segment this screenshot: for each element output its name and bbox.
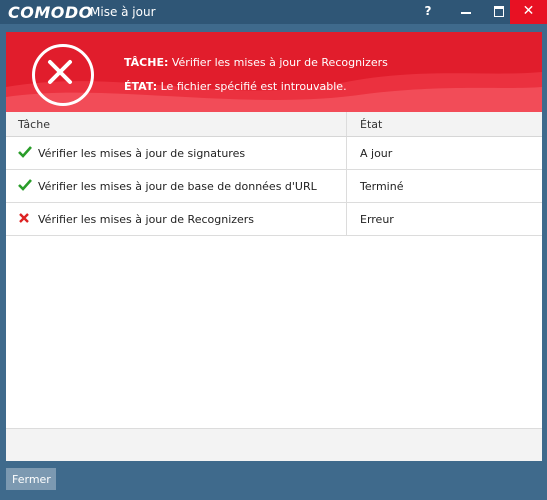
table-row[interactable]: Vérifier les mises à jour de base de don… — [6, 170, 542, 203]
error-banner: TÂCHE: Vérifier les mises à jour de Reco… — [6, 32, 542, 112]
task-name: Vérifier les mises à jour de signatures — [38, 146, 246, 160]
task-label: TÂCHE: — [124, 56, 169, 69]
minimize-button[interactable] — [448, 0, 484, 24]
close-button[interactable]: Fermer — [6, 468, 56, 490]
banner-state-line: ÉTAT: Le fichier spécifié est introuvabl… — [124, 80, 347, 93]
task-name: Vérifier les mises à jour de base de don… — [38, 179, 317, 193]
help-button[interactable]: ? — [410, 0, 446, 24]
table-row[interactable]: Vérifier les mises à jour de signatures … — [6, 137, 542, 170]
task-state: Terminé — [360, 179, 404, 193]
update-panel: TÂCHE: Vérifier les mises à jour de Reco… — [6, 32, 542, 461]
panel-footer — [6, 428, 542, 461]
table-header: Tâche État — [6, 112, 542, 137]
window-title: Mise à jour — [90, 5, 156, 19]
column-header-state[interactable]: État — [360, 112, 530, 136]
state-value: Le fichier spécifié est introuvable. — [157, 80, 347, 93]
error-circle-icon — [32, 44, 94, 106]
task-value: Vérifier les mises à jour de Recognizers — [168, 56, 388, 69]
state-label: ÉTAT: — [124, 80, 158, 93]
minimize-icon — [461, 12, 471, 14]
tasks-table: Tâche État Vérifier les mises à jour de … — [6, 112, 542, 236]
task-state: Erreur — [360, 212, 394, 226]
check-icon — [18, 178, 32, 194]
table-row[interactable]: Vérifier les mises à jour de Recognizers… — [6, 203, 542, 236]
x-icon — [18, 212, 32, 227]
comodo-logo: COMODO — [8, 3, 93, 22]
task-name: Vérifier les mises à jour de Recognizers — [38, 212, 255, 226]
check-icon — [18, 145, 32, 161]
column-header-task[interactable]: Tâche — [18, 112, 344, 136]
maximize-icon — [494, 6, 504, 17]
title-bar: COMODO Mise à jour ? ✕ — [0, 0, 547, 24]
close-window-button[interactable]: ✕ — [510, 0, 547, 24]
task-state: A jour — [360, 146, 393, 160]
banner-task-line: TÂCHE: Vérifier les mises à jour de Reco… — [124, 56, 388, 69]
